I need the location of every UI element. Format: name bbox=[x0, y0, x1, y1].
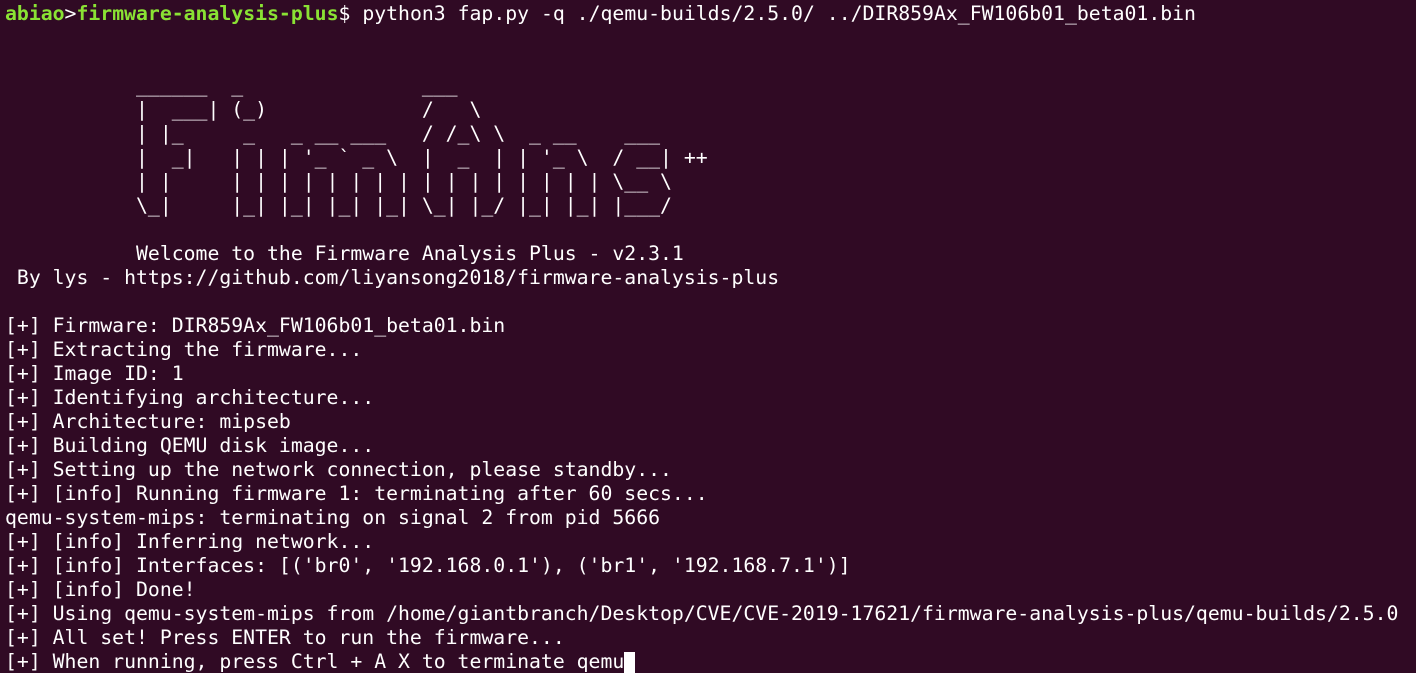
banner: ______ _ ___ | ___| (_) / \ | |_ _ _ __ … bbox=[5, 26, 1416, 314]
banner-line: | |_ _ _ __ ___ / /_\ \ _ __ ___ bbox=[5, 122, 661, 145]
output-line: [+] Using qemu-system-mips from /home/gi… bbox=[5, 602, 1399, 625]
output-line: [+] Setting up the network connection, p… bbox=[5, 458, 672, 481]
author-line: By lys - https://github.com/liyansong201… bbox=[5, 266, 780, 289]
prompt-directory: firmware-analysis-plus bbox=[76, 2, 339, 25]
prompt-symbol: $ bbox=[338, 2, 351, 25]
banner-line bbox=[5, 26, 1416, 50]
output-line: [+] All set! Press ENTER to run the firm… bbox=[5, 626, 565, 649]
banner-line: | ___| (_) / \ bbox=[5, 98, 482, 121]
output-line: [+] Image ID: 1 bbox=[5, 362, 184, 385]
output-line: [+] [info] Inferring network... bbox=[5, 530, 375, 553]
prompt-separator: > bbox=[64, 2, 77, 25]
input-line[interactable]: [+] When running, press Ctrl + A X to te… bbox=[5, 650, 1416, 673]
last-output-text: [+] When running, press Ctrl + A X to te… bbox=[5, 650, 625, 673]
output-line: [+] [info] Interfaces: [('br0', '192.168… bbox=[5, 554, 851, 577]
text-cursor bbox=[624, 652, 636, 673]
output-line: [+] Identifying architecture... bbox=[5, 386, 375, 409]
welcome-line: Welcome to the Firmware Analysis Plus - … bbox=[5, 242, 684, 265]
command-text: python3 fap.py -q ./qemu-builds/2.5.0/ .… bbox=[350, 2, 1196, 25]
output-line: [+] Firmware: DIR859Ax_FW106b01_beta01.b… bbox=[5, 314, 506, 337]
banner-line: ______ _ ___ bbox=[5, 74, 458, 97]
output-line: [+] Building QEMU disk image... bbox=[5, 434, 375, 457]
banner-line: \_| |_| |_| |_| |_| \_| |_/ |_| |_| |___… bbox=[5, 194, 672, 217]
banner-line: | | | | | | | | | | | | | | | | | | \__ … bbox=[5, 170, 672, 193]
output-line: [+] [info] Running firmware 1: terminati… bbox=[5, 482, 708, 505]
banner-line: | _| | | | '_ ` _ \ | _ | | '_ \ / __| +… bbox=[5, 146, 708, 169]
banner-line bbox=[5, 50, 1416, 74]
terminal-window[interactable]: abiao>firmware-analysis-plus$ python3 fa… bbox=[0, 0, 1416, 673]
banner-line bbox=[5, 218, 1416, 242]
output-log: [+] Firmware: DIR859Ax_FW106b01_beta01.b… bbox=[5, 314, 1416, 673]
banner-line bbox=[5, 290, 1416, 314]
output-line: [+] [info] Done! bbox=[5, 578, 196, 601]
prompt-user: abiao bbox=[5, 2, 65, 25]
output-line: [+] Architecture: mipseb bbox=[5, 410, 291, 433]
output-line: [+] Extracting the firmware... bbox=[5, 338, 363, 361]
command-prompt-line: abiao>firmware-analysis-plus$ python3 fa… bbox=[5, 2, 1416, 26]
output-line: qemu-system-mips: terminating on signal … bbox=[5, 506, 661, 529]
